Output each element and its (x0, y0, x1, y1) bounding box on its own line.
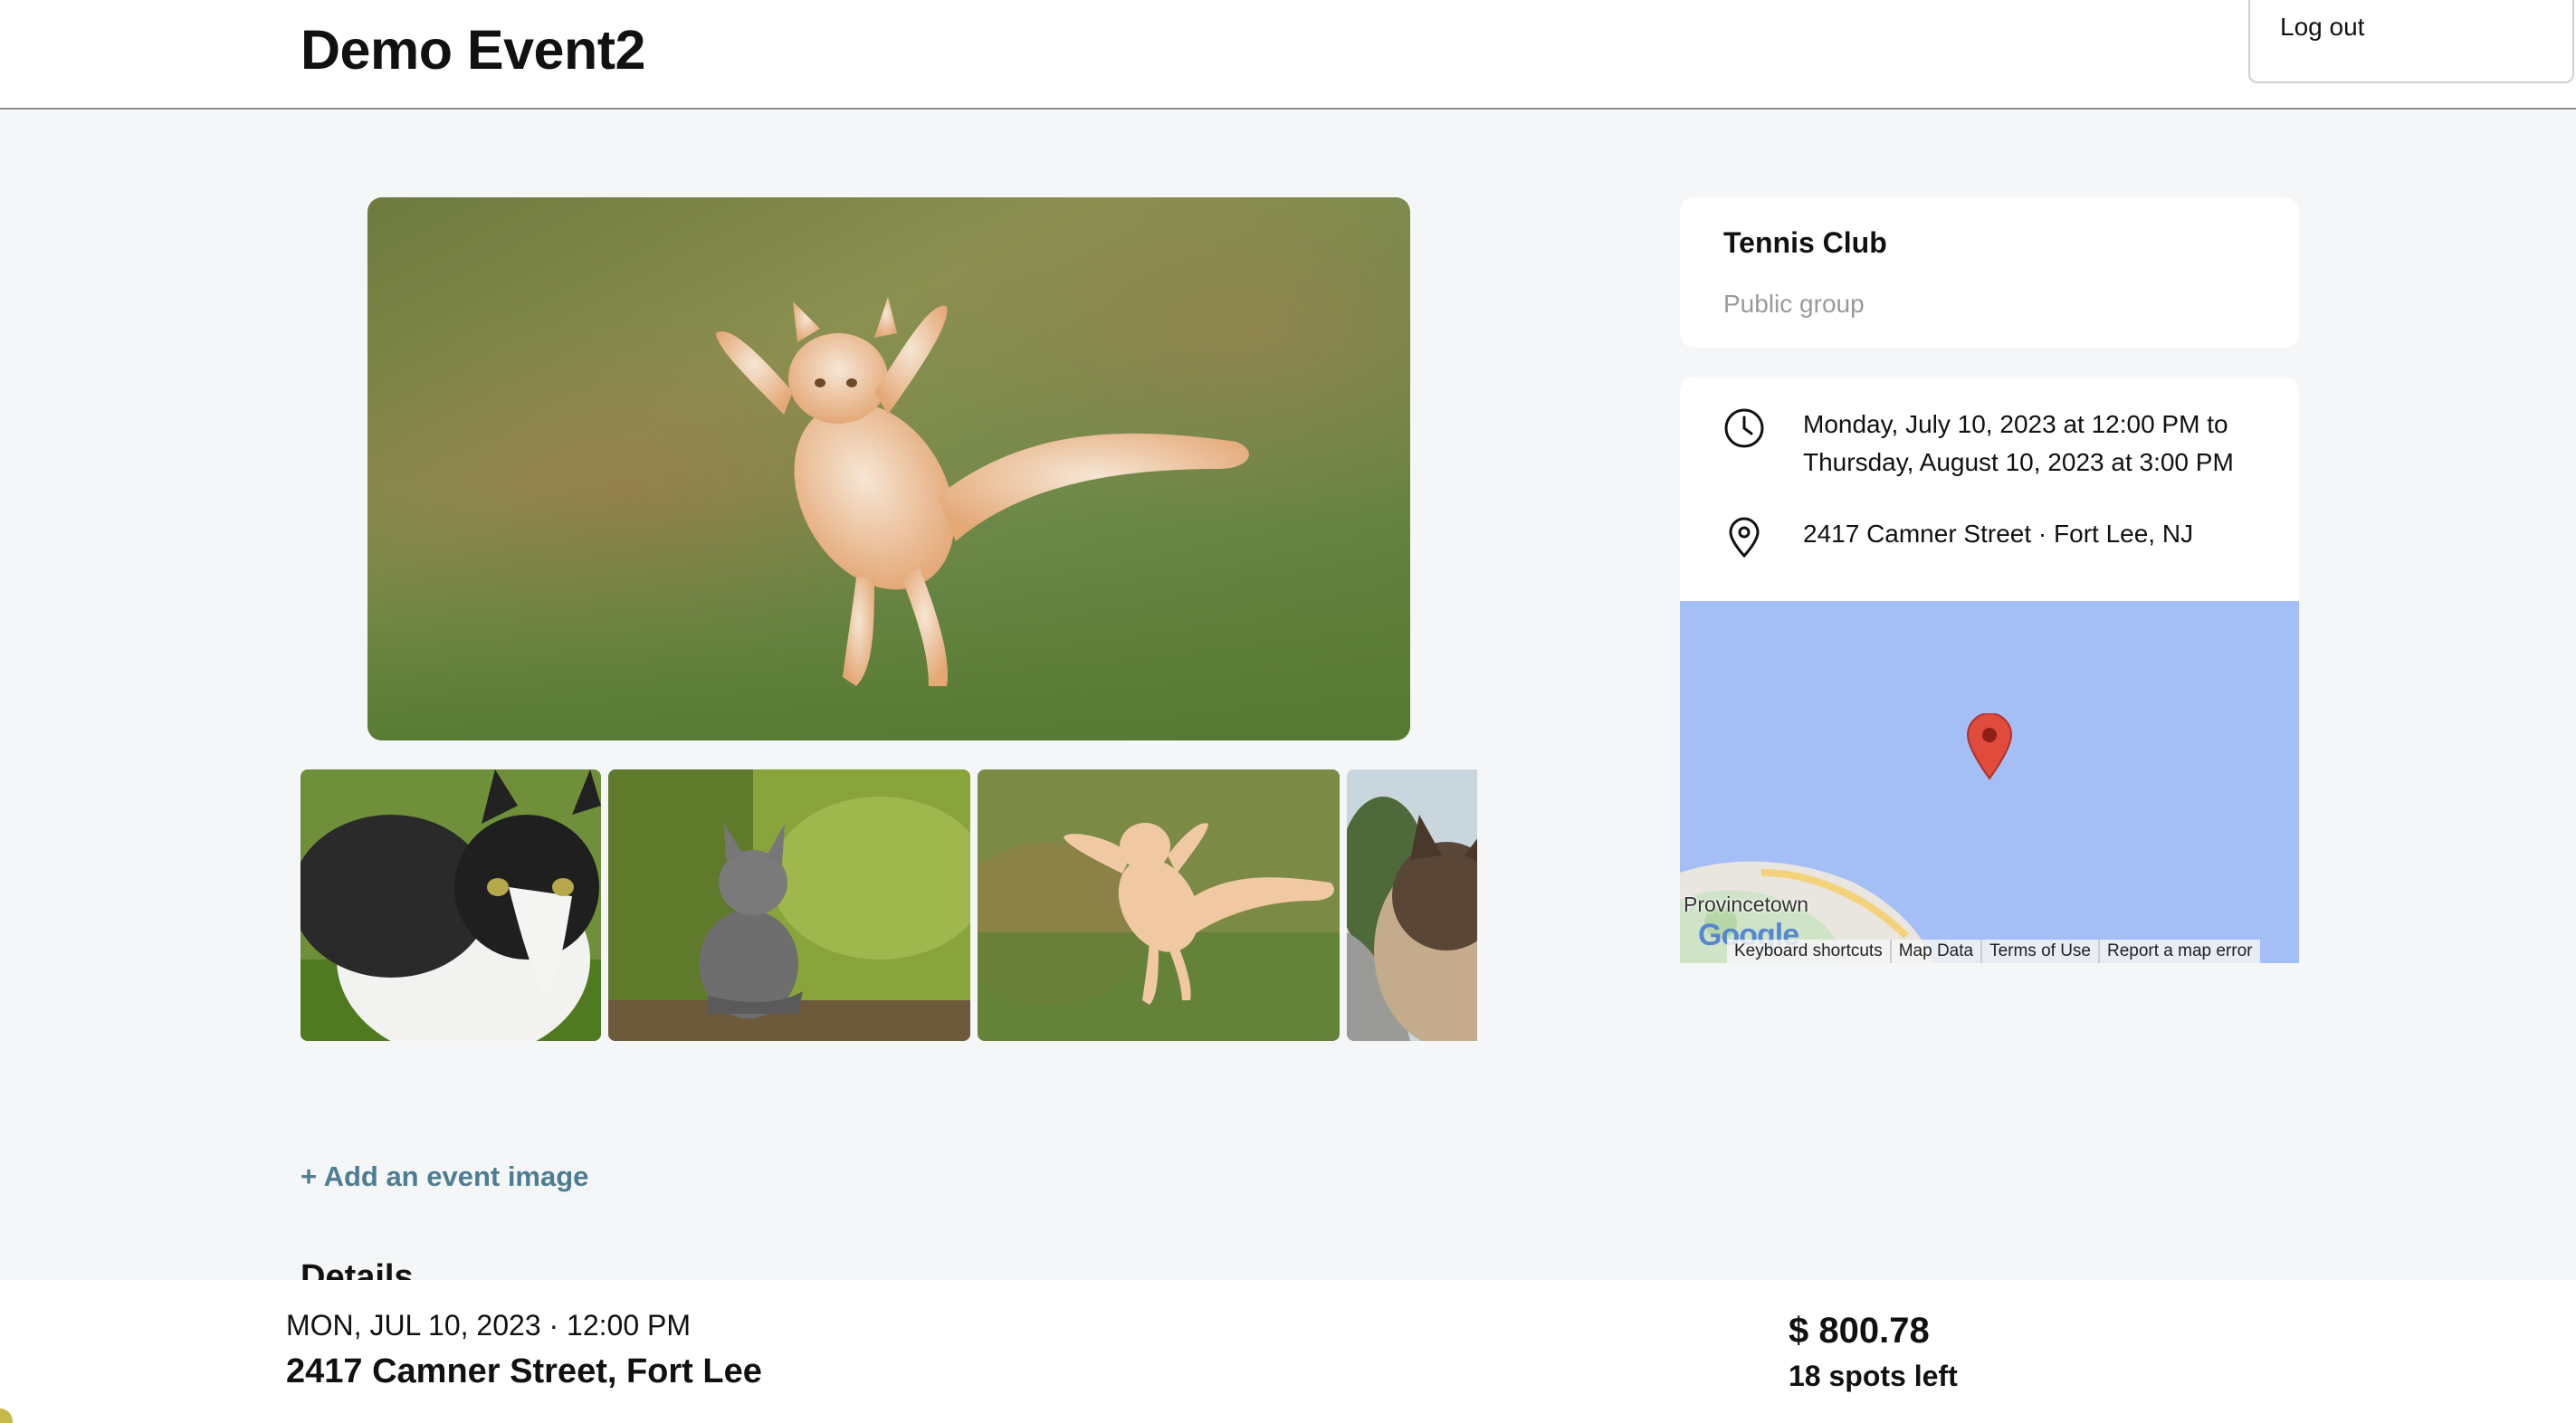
jumping-cat-thumb-image (978, 769, 1340, 1041)
thumbnail-3[interactable] (978, 769, 1340, 1041)
group-type: Public group (1723, 290, 1865, 318)
thumbnail-4[interactable] (1347, 769, 1477, 1041)
summary-address: 2417 Camner Street, Fort Lee (286, 1352, 762, 1390)
location-pin-icon (1729, 517, 1760, 558)
group-card[interactable]: Tennis Club Public group (1680, 197, 2299, 348)
thumbnail-1[interactable] (301, 769, 601, 1041)
map-terms-link[interactable]: Terms of Use (1980, 940, 2098, 963)
event-summary-bar: MON, JUL 10, 2023 · 12:00 PM 2417 Camner… (0, 1280, 2576, 1423)
map-footer: Keyboard shortcuts Map Data Terms of Use… (1727, 940, 2260, 963)
summary-spots-left: 18 spots left (1789, 1360, 1958, 1392)
grey-kitten-image (608, 769, 970, 1041)
group-name[interactable]: Tennis Club (1723, 226, 1887, 260)
logout-link[interactable]: Log out (2280, 13, 2364, 42)
summary-price: $ 800.78 (1789, 1311, 1930, 1351)
map-view[interactable]: Provincetown Google Keyboard shortcuts M… (1680, 601, 2299, 963)
clock-icon (1724, 408, 1764, 448)
map-report-error-link[interactable]: Report a map error (2098, 940, 2260, 963)
event-address: 2417 Camner Street · Fort Lee, NJ (1803, 520, 2194, 548)
event-date-start: Monday, July 10, 2023 at 12:00 PM to (1803, 410, 2228, 438)
black-white-cat-image (301, 769, 601, 1041)
main-event-image[interactable] (367, 197, 1410, 740)
summary-date: MON, JUL 10, 2023 · 12:00 PM (286, 1309, 692, 1342)
event-info-card: Monday, July 10, 2023 at 12:00 PM to Thu… (1680, 377, 2299, 963)
account-menu: Log out (2248, 0, 2574, 83)
top-header: Demo Event2 (0, 0, 2576, 110)
map-keyboard-shortcuts-link[interactable]: Keyboard shortcuts (1727, 940, 1890, 963)
siamese-cat-image (1347, 769, 1477, 1041)
thumbnail-2[interactable] (608, 769, 970, 1041)
jumping-cat-image (367, 197, 1410, 740)
map-data-link[interactable]: Map Data (1889, 940, 1980, 963)
thumbnail-strip (301, 769, 1477, 1041)
event-title: Demo Event2 (301, 19, 645, 81)
map-town-label: Provincetown (1684, 893, 1809, 916)
map-marker-icon[interactable] (1966, 713, 2013, 780)
event-date-end: Thursday, August 10, 2023 at 3:00 PM (1803, 448, 2234, 476)
add-event-image-link[interactable]: + Add an event image (301, 1160, 588, 1193)
event-date-range: Monday, July 10, 2023 at 12:00 PM to Thu… (1803, 406, 2274, 482)
